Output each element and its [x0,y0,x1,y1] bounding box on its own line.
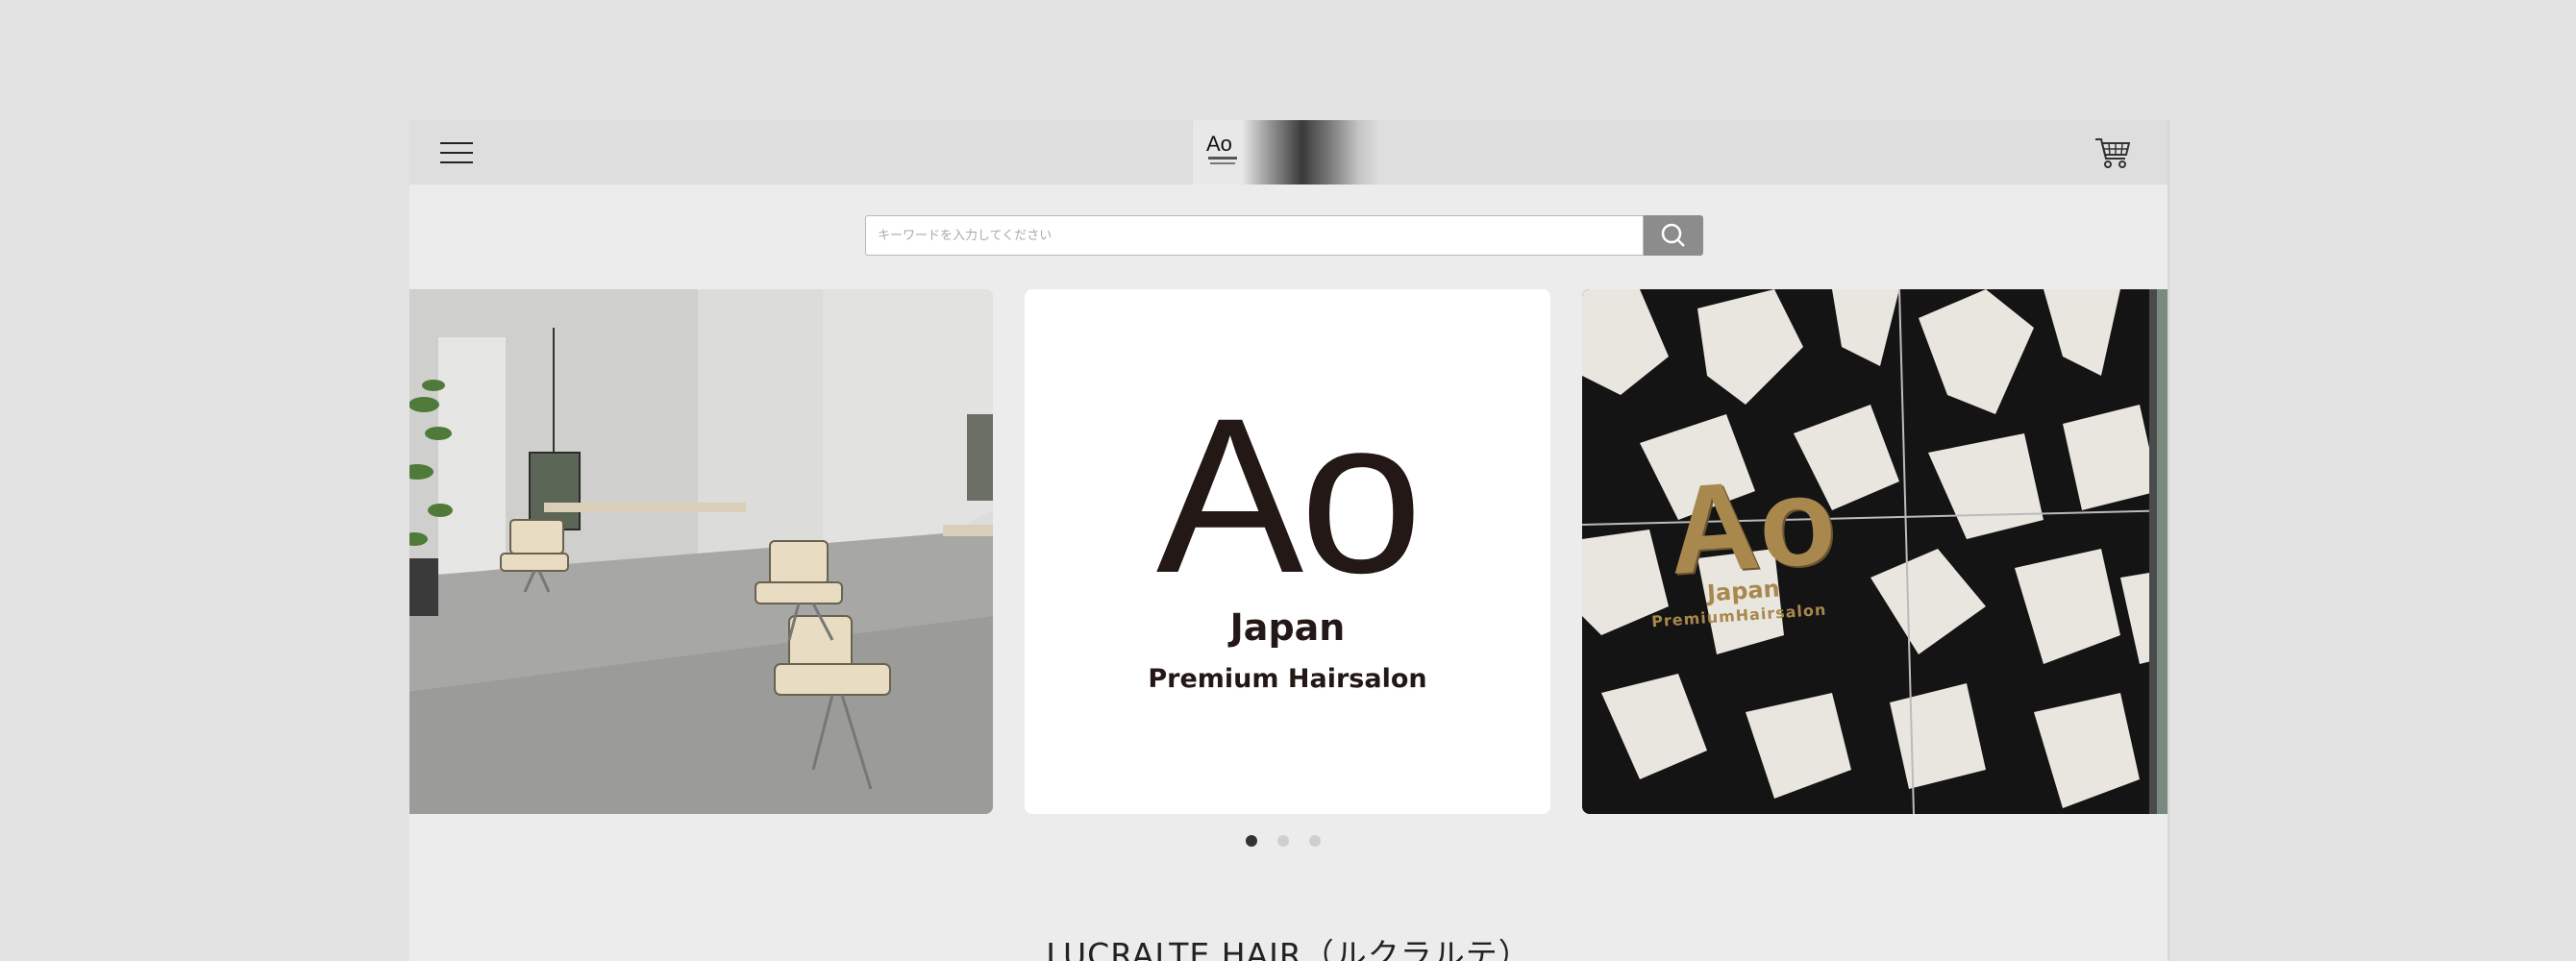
search-icon [1661,223,1685,247]
search-button[interactable] [1644,215,1703,256]
carousel-dot-3[interactable] [1309,835,1321,847]
carousel-slide-logo[interactable]: Ao Japan Premium Hairsalon [1025,289,1550,814]
carousel-dot-1[interactable] [1246,835,1257,847]
slide-logo-japan: Japan [1229,606,1346,649]
wall-sign-japan: Japan [1706,575,1781,607]
slide-logo-premium: Premium Hairsalon [1148,664,1427,694]
slide-logo-ao: Ao [1155,372,1423,619]
logo-text: Ao [1206,132,1232,156]
site-logo[interactable]: Ao [1193,120,1381,185]
search-bar [865,215,1707,256]
shopping-cart-icon[interactable] [2093,134,2132,172]
carousel-pagination [1246,831,1332,850]
page-container: Ao キーワードを入力してください Ao Japan Premium Hairs… [409,120,2169,961]
wall-sign-ao: Ao [1664,449,1841,601]
salon-interior-photo [409,289,993,814]
shop-title: LUCRALTE HAIR（ルクラルテ） [1046,936,1531,961]
hamburger-menu-icon[interactable] [440,140,473,165]
carousel-slide-salon-interior[interactable] [409,289,993,814]
search-input[interactable] [865,215,1644,256]
carousel-dot-2[interactable] [1277,835,1289,847]
site-header: Ao [409,120,2167,185]
carousel-slide-marble-wall[interactable]: Ao Japan PremiumHairsalon [1582,289,2167,814]
